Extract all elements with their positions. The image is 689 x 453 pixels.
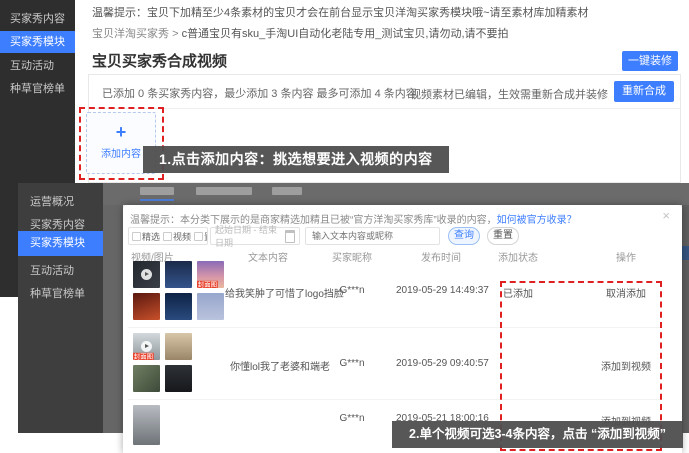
checkbox-video[interactable]: 视频	[163, 230, 191, 243]
breadcrumb-root[interactable]: 宝贝洋淘买家秀	[92, 28, 169, 40]
sidebar-item-grass-ranking[interactable]: 种草官榜单	[0, 78, 75, 100]
tutorial-callout-1: 1.点击添加内容：挑选想要进入视频的内容	[143, 146, 449, 173]
image-thumbnail	[197, 293, 224, 320]
checkbox-featured-label: 精选	[142, 230, 160, 243]
search-field[interactable]	[305, 227, 440, 245]
video-thumbnail	[133, 261, 160, 288]
filter-bar: 精选 视频 置顶 起始日期 - 结束日期 查询 重置	[123, 227, 682, 247]
checkbox-pinned-label: 置顶	[204, 230, 208, 243]
row-nickname: G***n	[330, 413, 374, 424]
search-input[interactable]	[310, 230, 435, 242]
col-time: 发布时间	[396, 249, 486, 264]
dimmed-page-left	[103, 205, 123, 433]
col-status: 添加状态	[478, 249, 558, 264]
cover-badge: 封面图	[197, 281, 218, 288]
breadcrumb-current: c普通宝贝有sku_手淘UI自动化老陆专用_测试宝贝,请勿动,请不要拍	[182, 28, 509, 40]
sidebar2-item-grass-ranking[interactable]: 种草官榜单	[18, 283, 103, 306]
col-nick: 买家昵称	[330, 249, 374, 264]
content-picker-dialog: × 温馨提示：本分类下展示的是商家精选加精且已被“官方洋淘买家秀库”收录的内容，…	[123, 205, 682, 453]
image-thumbnail	[133, 365, 160, 392]
date-range-placeholder: 起始日期 - 结束日期	[215, 223, 285, 249]
video-thumbnail: 封面图	[133, 333, 160, 360]
regen-hint-text: 视频素材已编辑，生效需重新合成并装修	[410, 86, 608, 102]
ghost-tab	[196, 187, 252, 195]
row-nickname: G***n	[330, 285, 374, 296]
checkbox-icon[interactable]	[163, 232, 172, 241]
sidebar-item-interactive-activity[interactable]: 互动活动	[0, 55, 75, 77]
col-text: 文本内容	[213, 249, 323, 264]
sidebar2-item-overview[interactable]: 运营概况	[18, 191, 103, 214]
checkbox-pinned[interactable]: 置顶	[194, 230, 208, 243]
dimmed-tabs-strip	[103, 183, 689, 205]
image-thumbnail	[133, 405, 160, 445]
row-divider	[128, 327, 662, 328]
sidebar-item-buyer-show-module[interactable]: 买家秀模块	[0, 31, 75, 53]
breadcrumb: 宝贝洋淘买家秀 > c普通宝贝有sku_手淘UI自动化老陆专用_测试宝贝,请勿动…	[92, 25, 509, 41]
plus-icon: +	[87, 123, 155, 141]
add-to-video-link[interactable]: 添加到视频	[581, 358, 671, 373]
image-thumbnail	[165, 261, 192, 288]
recompose-button[interactable]: 重新合成	[614, 81, 674, 102]
dimmed-button-sliver	[682, 246, 689, 260]
image-thumbnail	[165, 333, 192, 360]
checkbox-icon[interactable]	[132, 232, 141, 241]
added-count-text: 已添加 0 条买家秀内容，最少添加 3 条内容 最多可添加 4 条内容	[102, 85, 417, 101]
play-icon	[141, 341, 152, 352]
calendar-icon	[285, 230, 295, 243]
image-thumbnail	[133, 293, 160, 320]
sidebar-secondary: 运营概况 买家秀内容 买家秀模块 互动活动 种草官榜单	[18, 183, 103, 433]
reset-button[interactable]: 重置	[487, 227, 519, 245]
page-tip: 温馨提示：宝贝下加精至少4条素材的宝贝才会在前台显示宝贝洋淘买家秀模块哦~请至素…	[92, 4, 589, 20]
dialog-tip-text: 温馨提示：本分类下展示的是商家精选加精且已被“官方洋淘买家秀库”收录的内容，	[130, 215, 497, 226]
sidebar-item-buyer-show-content[interactable]: 买家秀内容	[0, 8, 75, 30]
cancel-add-link[interactable]: 取消添加	[581, 285, 671, 300]
close-icon[interactable]: ×	[662, 209, 670, 222]
checkbox-video-label: 视频	[173, 230, 191, 243]
row-text: 给我笑肿了可惜了logo挡脸	[225, 285, 344, 300]
row-divider	[128, 399, 662, 400]
sidebar2-item-buyer-show-module[interactable]: 买家秀模块	[18, 231, 103, 256]
play-icon	[141, 269, 152, 280]
checkbox-icon[interactable]	[194, 232, 203, 241]
dimmed-page-right	[682, 205, 689, 433]
compose-status-bar: 已添加 0 条买家秀内容，最少添加 3 条内容 最多可添加 4 条内容 视频素材…	[89, 75, 680, 109]
ghost-tab	[272, 187, 302, 195]
filter-checkbox-group: 精选 视频 置顶	[128, 227, 208, 245]
row-nickname: G***n	[330, 358, 374, 369]
sidebar2-item-interactive-activity[interactable]: 互动活动	[18, 260, 103, 283]
page-title: 宝贝买家秀合成视频	[92, 50, 227, 71]
query-button[interactable]: 查询	[448, 227, 480, 245]
image-thumbnail	[165, 365, 192, 392]
breadcrumb-separator: >	[172, 28, 178, 40]
tutorial-callout-2: 2.单个视频可选3-4条内容，点击 “添加到视频”	[392, 421, 683, 448]
ghost-active-tab-underline	[140, 199, 174, 201]
how-collected-link[interactable]: 如何被官方收录？	[497, 215, 577, 226]
dialog-tip: 温馨提示：本分类下展示的是商家精选加精且已被“官方洋淘买家秀库”收录的内容，如何…	[130, 211, 577, 226]
cover-badge: 封面图	[133, 353, 154, 360]
date-range-input[interactable]: 起始日期 - 结束日期	[210, 227, 300, 245]
ghost-tab	[140, 187, 174, 195]
image-thumbnail: 封面图	[197, 261, 224, 288]
row-publish-time: 2019-05-29 09:40:57	[396, 358, 486, 369]
checkbox-featured[interactable]: 精选	[132, 230, 160, 243]
col-action: 操作	[581, 249, 671, 264]
row-text: 你懂lol我了老婆和端老	[230, 358, 330, 373]
status-added: 已添加	[478, 285, 558, 300]
one-click-decorate-button[interactable]: 一键装修	[622, 51, 678, 71]
image-thumbnail	[165, 293, 192, 320]
row-publish-time: 2019-05-29 14:49:37	[396, 285, 486, 296]
